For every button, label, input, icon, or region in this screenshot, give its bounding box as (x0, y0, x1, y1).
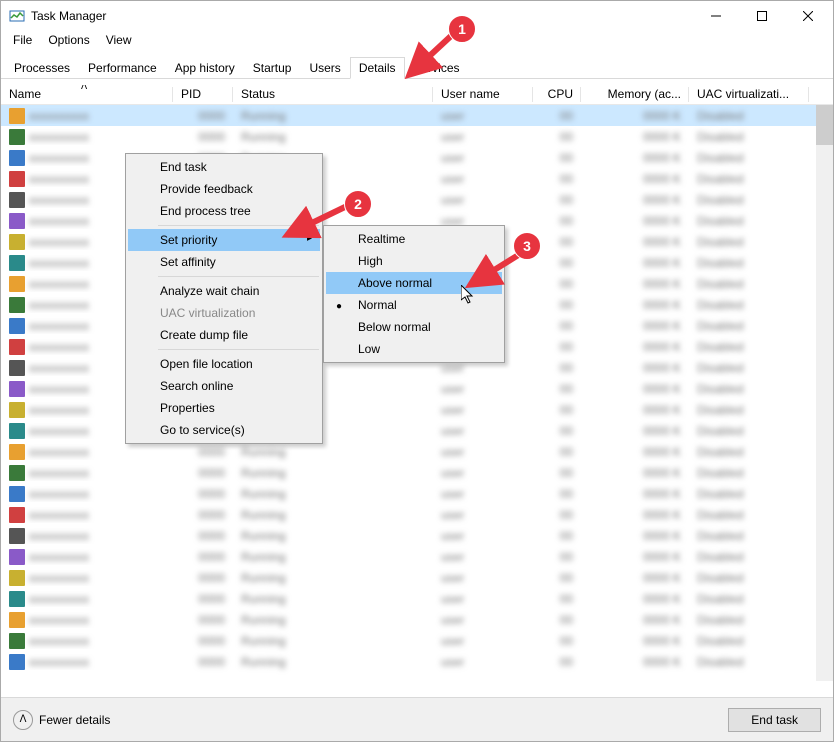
titlebar: Task Manager (1, 1, 833, 31)
process-icon (9, 360, 25, 376)
process-icon (9, 171, 25, 187)
context-menu: End taskProvide feedbackEnd process tree… (125, 153, 323, 444)
menu-view[interactable]: View (98, 31, 140, 51)
table-row[interactable]: xxxxxxxxxx0000Runninguser000000 KDisable… (1, 462, 833, 483)
menu-item[interactable]: Low (326, 338, 502, 360)
minimize-button[interactable] (693, 1, 739, 31)
tab-startup[interactable]: Startup (244, 57, 301, 79)
table-row[interactable]: xxxxxxxxxx0000Runninguser000000 KDisable… (1, 651, 833, 672)
chevron-up-icon: ᐱ (13, 710, 33, 730)
table-row[interactable]: xxxxxxxxxx0000Runninguser000000 KDisable… (1, 567, 833, 588)
menu-item[interactable]: Analyze wait chain (128, 280, 320, 302)
menu-item[interactable]: Create dump file (128, 324, 320, 346)
table-row[interactable]: xxxxxxxxxx0000Runninguser000000 KDisable… (1, 504, 833, 525)
process-icon (9, 444, 25, 460)
process-icon (9, 192, 25, 208)
process-icon (9, 234, 25, 250)
menu-item: UAC virtualization (128, 302, 320, 324)
bottom-bar: ᐱ Fewer details End task (1, 697, 833, 741)
maximize-button[interactable] (739, 1, 785, 31)
process-icon (9, 339, 25, 355)
menu-options[interactable]: Options (40, 31, 97, 51)
process-icon (9, 486, 25, 502)
callout-3: 3 (513, 232, 541, 260)
col-uac[interactable]: UAC virtualizati... (689, 85, 809, 104)
menu-item[interactable]: Go to service(s) (128, 419, 320, 441)
cursor-icon (461, 285, 477, 305)
menu-item[interactable]: Properties (128, 397, 320, 419)
col-memory[interactable]: Memory (ac... (581, 85, 689, 104)
menu-item[interactable]: Below normal (326, 316, 502, 338)
arrow-red-1 (399, 31, 459, 91)
process-icon (9, 465, 25, 481)
process-icon (9, 402, 25, 418)
menu-item[interactable]: End task (128, 156, 320, 178)
table-row[interactable]: xxxxxxxxxx0000Runninguser000000 KDisable… (1, 630, 833, 651)
table-row[interactable]: xxxxxxxxxx0000Runninguser000000 KDisable… (1, 441, 833, 462)
process-icon (9, 297, 25, 313)
callout-1: 1 (448, 15, 476, 43)
tab-users[interactable]: Users (300, 57, 349, 79)
process-icon (9, 381, 25, 397)
process-icon (9, 255, 25, 271)
process-icon (9, 570, 25, 586)
sort-asc-icon: ᐱ (81, 85, 87, 92)
process-icon (9, 108, 25, 124)
app-icon (9, 8, 25, 24)
table-row[interactable]: xxxxxxxxxx0000Runninguser000000 KDisable… (1, 588, 833, 609)
table-row[interactable]: xxxxxxxxxx0000Runninguser000000 KDisable… (1, 525, 833, 546)
process-icon (9, 654, 25, 670)
col-cpu[interactable]: CPU (533, 85, 581, 104)
scroll-thumb[interactable] (816, 105, 833, 145)
table-row[interactable]: xxxxxxxxxx0000Runninguser000000 KDisable… (1, 609, 833, 630)
process-icon (9, 612, 25, 628)
tab-processes[interactable]: Processes (5, 57, 79, 79)
callout-2: 2 (344, 190, 372, 218)
process-icon (9, 591, 25, 607)
process-icon (9, 507, 25, 523)
tab-app-history[interactable]: App history (166, 57, 244, 79)
menu-item[interactable]: Open file location (128, 353, 320, 375)
process-icon (9, 276, 25, 292)
scrollbar-vertical[interactable] (816, 105, 833, 681)
fewer-details-label: Fewer details (39, 713, 110, 727)
end-task-button[interactable]: End task (728, 708, 821, 732)
process-icon (9, 213, 25, 229)
process-icon (9, 633, 25, 649)
col-pid[interactable]: PID (173, 85, 233, 104)
process-icon (9, 423, 25, 439)
menu-item[interactable]: Provide feedback (128, 178, 320, 200)
window-title: Task Manager (31, 9, 693, 23)
tab-performance[interactable]: Performance (79, 57, 166, 79)
fewer-details-button[interactable]: ᐱ Fewer details (13, 710, 110, 730)
table-row[interactable]: xxxxxxxxxx0000Runninguser000000 KDisable… (1, 105, 833, 126)
process-icon (9, 528, 25, 544)
table-row[interactable]: xxxxxxxxxx0000Runninguser000000 KDisable… (1, 546, 833, 567)
bullet-icon: ● (336, 301, 342, 312)
table-row[interactable]: xxxxxxxxxx0000Runninguser000000 KDisable… (1, 126, 833, 147)
process-icon (9, 150, 25, 166)
process-icon (9, 318, 25, 334)
close-button[interactable] (785, 1, 831, 31)
menu-item[interactable]: Search online (128, 375, 320, 397)
process-icon (9, 129, 25, 145)
menu-file[interactable]: File (5, 31, 40, 51)
arrow-red-2 (277, 201, 353, 247)
table-row[interactable]: xxxxxxxxxx0000Runninguser000000 KDisable… (1, 483, 833, 504)
menu-item[interactable]: Set affinity (128, 251, 320, 273)
process-icon (9, 549, 25, 565)
window-controls (693, 1, 831, 31)
col-name[interactable]: Nameᐱ (1, 85, 173, 104)
tab-details[interactable]: Details (350, 57, 405, 79)
